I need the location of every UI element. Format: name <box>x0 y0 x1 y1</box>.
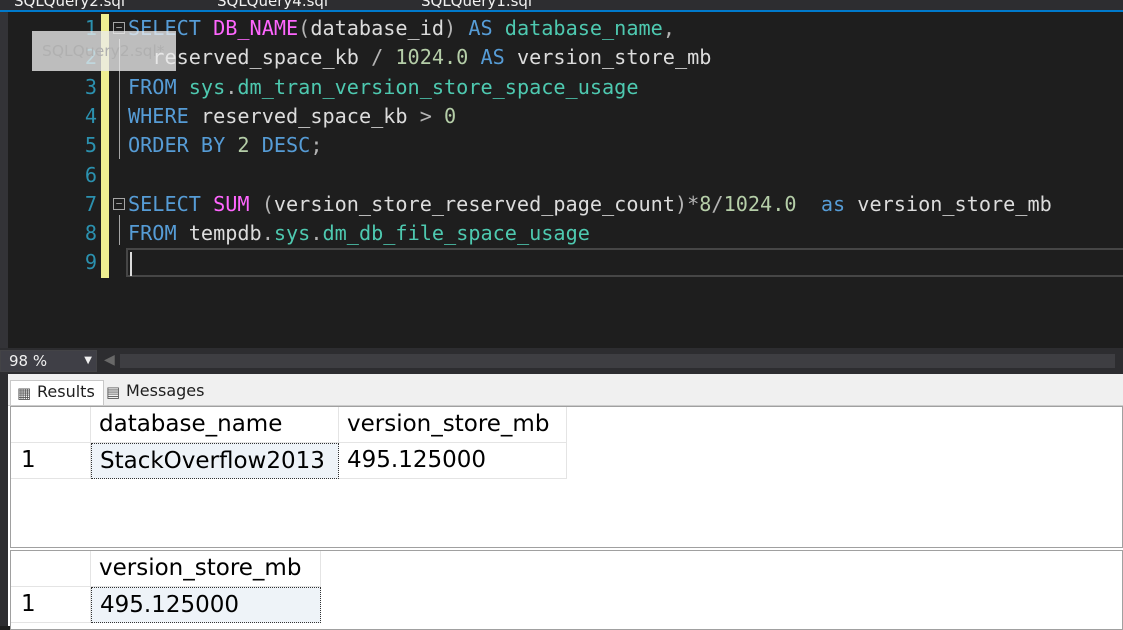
code-token: sys <box>273 221 311 246</box>
code-token: WHERE <box>128 103 201 128</box>
results-tab-bar: ▦ Results ▤ Messages <box>8 374 1123 406</box>
grid-corner <box>11 551 91 587</box>
tab-messages-label: Messages <box>126 381 205 400</box>
code-token: > <box>419 103 445 128</box>
code-token: 2 <box>237 133 250 158</box>
code-token: ( <box>261 191 274 216</box>
code-token: version_store_reserved_page_count <box>273 191 675 216</box>
doc-tab-sqlquery4[interactable]: SQLQuery4.sql <box>217 0 328 10</box>
row-number[interactable]: 1 <box>11 587 91 623</box>
line-number: 9 <box>84 250 97 275</box>
line-number: 8 <box>84 221 97 246</box>
code-token: 8 <box>699 191 712 216</box>
horizontal-scrollbar[interactable] <box>120 354 1115 368</box>
query-editor[interactable]: 1 SELECT DB_NAME(database_id) AS database… <box>0 12 1123 348</box>
results-pane: ▦ Results ▤ Messages database_name versi… <box>0 374 1123 630</box>
code-token: SUM <box>213 191 250 216</box>
code-token: 0 <box>444 103 457 128</box>
zoom-bar: 98 % ▼ ◀ <box>0 348 1123 374</box>
scroll-left-icon[interactable]: ◀ <box>104 352 115 368</box>
code-token: . <box>225 74 238 99</box>
code-token: ; <box>310 133 323 158</box>
code-token: 1024.0 <box>723 191 797 216</box>
code-line[interactable]: 3 FROM sys.dm_tran_version_store_space_us… <box>0 73 1123 102</box>
code-text: SELECT DB_NAME(database_id) AS database_… <box>128 14 675 43</box>
tab-results-label: Results <box>37 382 95 401</box>
code-text: SELECT SUM (version_store_reserved_page_… <box>128 190 1052 219</box>
line-number: 7 <box>84 191 97 216</box>
zoom-value: 98 % <box>9 352 48 370</box>
code-text: FROM sys.dm_tran_version_store_space_usa… <box>128 73 639 102</box>
code-text: reserved_space_kb / 1024.0 AS version_st… <box>128 43 711 72</box>
messages-icon: ▤ <box>106 383 121 401</box>
code-token: SELECT <box>128 191 214 216</box>
code-token: database_name <box>504 16 663 40</box>
code-line[interactable]: 7 SELECT SUM (version_store_reserved_page… <box>0 190 1123 219</box>
result-grid-2[interactable]: version_store_mb 1 495.125000 <box>10 550 1123 630</box>
code-token: reserved_space_kb <box>200 103 420 128</box>
zoom-dropdown[interactable]: 98 % ▼ <box>0 350 97 372</box>
code-token: version_store_mb <box>516 45 712 70</box>
code-line[interactable]: 5 ORDER BY 2 DESC; <box>0 131 1123 160</box>
code-token: version_store_mb <box>857 191 1052 216</box>
fold-collapse-icon[interactable]: − <box>113 198 125 210</box>
code-text: ORDER BY 2 DESC; <box>128 131 322 160</box>
tab-results[interactable]: ▦ Results <box>10 380 104 405</box>
grid-icon: ▦ <box>17 384 32 402</box>
line-number: 6 <box>84 162 97 187</box>
code-token: / <box>371 45 396 70</box>
code-token: 1024.0 <box>395 45 469 70</box>
doc-tab-sqlquery1[interactable]: SQLQuery1.sql <box>421 0 532 10</box>
code-token: . <box>261 221 274 246</box>
code-token: AS <box>456 16 505 40</box>
code-token: ) <box>444 16 457 40</box>
line-number: 3 <box>84 74 97 99</box>
line-number: 4 <box>84 103 97 128</box>
code-token: / <box>711 191 724 216</box>
column-header-version-store-mb[interactable]: version_store_mb <box>91 551 321 587</box>
row-number[interactable]: 1 <box>11 443 91 479</box>
code-token: dm_tran_version_store_space_usage <box>237 74 639 99</box>
code-token: FROM <box>128 221 189 246</box>
code-token: tempdb <box>188 221 262 246</box>
code-token: DESC <box>249 133 311 158</box>
column-header-version-store-mb[interactable]: version_store_mb <box>339 407 567 443</box>
code-line[interactable]: 4 WHERE reserved_space_kb > 0 <box>0 102 1123 131</box>
results-left-margin <box>0 374 8 626</box>
code-token: , <box>662 16 675 40</box>
code-token: DB_NAME <box>213 16 299 40</box>
text-caret <box>130 252 132 276</box>
current-line-highlight <box>126 248 1123 277</box>
result-grid-1[interactable]: database_name version_store_mb 1 StackOv… <box>10 406 1123 548</box>
code-token: AS <box>468 45 517 70</box>
code-token: ( <box>298 16 311 40</box>
code-token: ORDER BY <box>128 133 238 158</box>
column-header-database-name[interactable]: database_name <box>91 407 339 443</box>
cell-database-name[interactable]: StackOverflow2013 <box>91 443 339 479</box>
code-token: FROM <box>128 74 189 99</box>
code-line[interactable]: 6 <box>0 161 1123 190</box>
tab-messages[interactable]: ▤ Messages <box>100 380 206 404</box>
grid-corner <box>11 407 91 443</box>
cell-version-store-mb[interactable]: 495.125000 <box>339 443 567 479</box>
code-token: . <box>310 221 323 246</box>
code-text: WHERE reserved_space_kb > 0 <box>128 102 456 131</box>
line-number: 5 <box>84 133 97 158</box>
dragged-tab-preview: SQLQuery2.sql* <box>32 31 176 71</box>
code-token: dm_db_file_space_usage <box>322 221 590 246</box>
code-token: )* <box>674 191 700 216</box>
code-token: database_id <box>310 16 445 40</box>
cell-version-store-mb[interactable]: 495.125000 <box>91 587 321 623</box>
code-token: sys <box>188 74 226 99</box>
code-text: FROM tempdb.sys.dm_db_file_space_usage <box>128 219 590 248</box>
doc-tab-sqlquery2[interactable]: SQLQuery2.sql <box>14 0 125 10</box>
code-token: as <box>820 191 858 216</box>
chevron-down-icon: ▼ <box>84 355 92 366</box>
document-tab-strip: SQLQuery2.sql SQLQuery4.sql SQLQuery1.sq… <box>0 0 1123 12</box>
code-line[interactable]: 8 FROM tempdb.sys.dm_db_file_space_usage <box>0 219 1123 248</box>
